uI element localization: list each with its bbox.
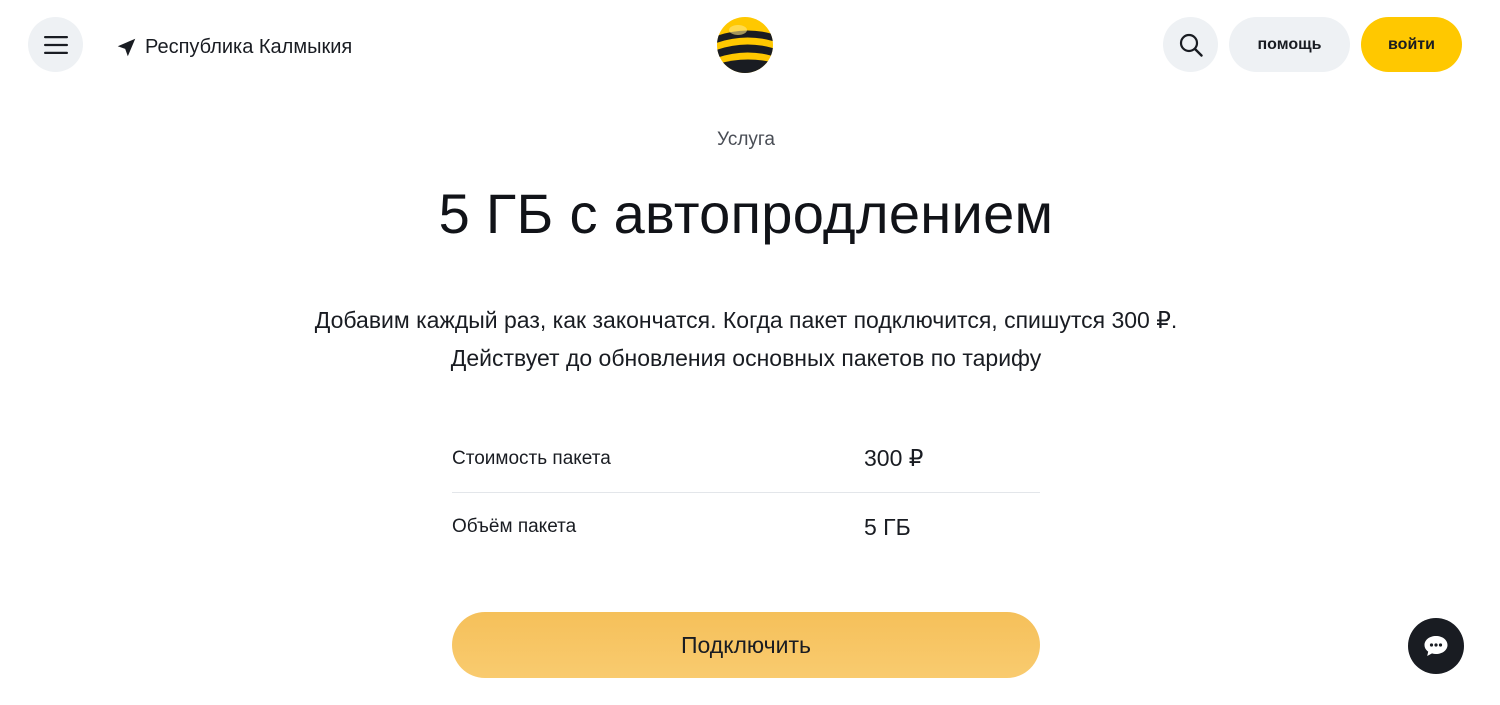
service-description: Добавим каждый раз, как закончатся. Когд… <box>0 301 1492 377</box>
description-line: Действует до обновления основных пакетов… <box>450 345 1042 371</box>
location-arrow-icon <box>117 38 136 56</box>
chat-bubble-icon <box>1424 636 1448 656</box>
param-label: Объём пакета <box>452 516 577 537</box>
param-label: Стоимость пакета <box>452 447 611 469</box>
param-row-volume: Объём пакета 5 ГБ <box>452 493 1040 561</box>
region-label: Республика Калмыкия <box>145 35 353 58</box>
beeline-logo[interactable] <box>716 16 774 74</box>
help-button[interactable]: помощь <box>1229 17 1350 72</box>
chat-button[interactable] <box>1408 618 1464 674</box>
region-selector[interactable]: Республика Калмыкия <box>116 33 352 61</box>
param-value: 300 ₽ <box>864 445 924 471</box>
service-params-table: Стоимость пакета 300 ₽ Объём пакета 5 ГБ <box>452 425 1040 561</box>
search-button[interactable] <box>1163 17 1218 72</box>
hamburger-icon <box>43 35 68 54</box>
param-value: 5 ГБ <box>864 513 911 540</box>
striped-ball-logo <box>717 17 773 73</box>
connect-button[interactable]: Подключить <box>452 612 1040 678</box>
search-icon <box>1179 33 1203 57</box>
description-line: Добавим каждый раз, как закончатся. Когд… <box>314 307 1178 333</box>
service-eyebrow: Услуга <box>717 129 775 150</box>
page-title: 5 ГБ с автопродлением <box>438 182 1054 245</box>
page: Республика Калмыкия помощь войти Услуга … <box>0 0 1500 705</box>
menu-button[interactable] <box>28 17 83 72</box>
param-row-price: Стоимость пакета 300 ₽ <box>452 425 1040 493</box>
login-button[interactable]: войти <box>1361 17 1462 72</box>
